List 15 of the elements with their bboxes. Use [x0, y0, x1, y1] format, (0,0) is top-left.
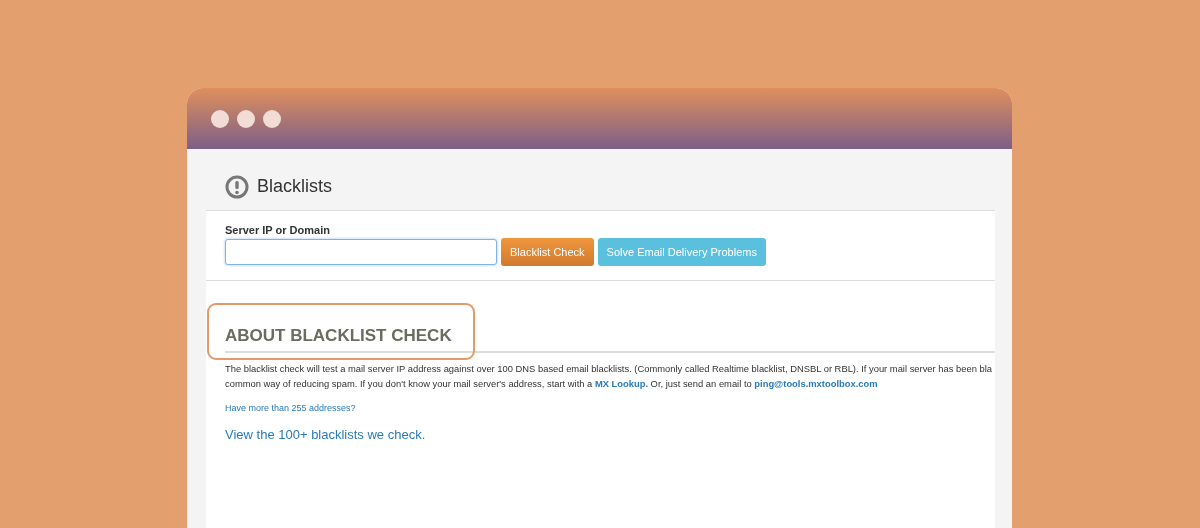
exclamation-icon — [225, 174, 249, 199]
blacklists-link[interactable]: View the 100+ blacklists we check. — [225, 427, 995, 442]
server-input-field[interactable] — [225, 239, 497, 265]
window-dot[interactable] — [237, 109, 255, 128]
window-dot[interactable] — [211, 109, 229, 128]
page-title: Blacklists — [257, 176, 332, 197]
mx-lookup-link[interactable]: MX Lookup. — [594, 378, 648, 389]
addresses-link[interactable]: Have more than 255 addresses? — [225, 403, 995, 413]
description-text: The blacklist check will test a mail server IP address against over 100 DNS based email blacklists. (Commonly called Realtime blacklist, DNSBL or RBL). If your mail server has been bla — [225, 362, 993, 376]
email-link[interactable]: ping@tools.mxtoolbox.com — [754, 378, 878, 389]
description-text: common way of reducing spam. If you don't know your mail server's address, start with a MX Lookup. Or, just send an email to ping@tools.mxtoolbox.com — [225, 377, 879, 391]
check-button[interactable]: Blacklist Check — [501, 238, 594, 266]
section-heading: ABOUT BLACKLIST CHECK — [225, 326, 995, 353]
window-dot[interactable] — [263, 109, 281, 128]
field-label: Server IP or Domain — [225, 224, 331, 236]
